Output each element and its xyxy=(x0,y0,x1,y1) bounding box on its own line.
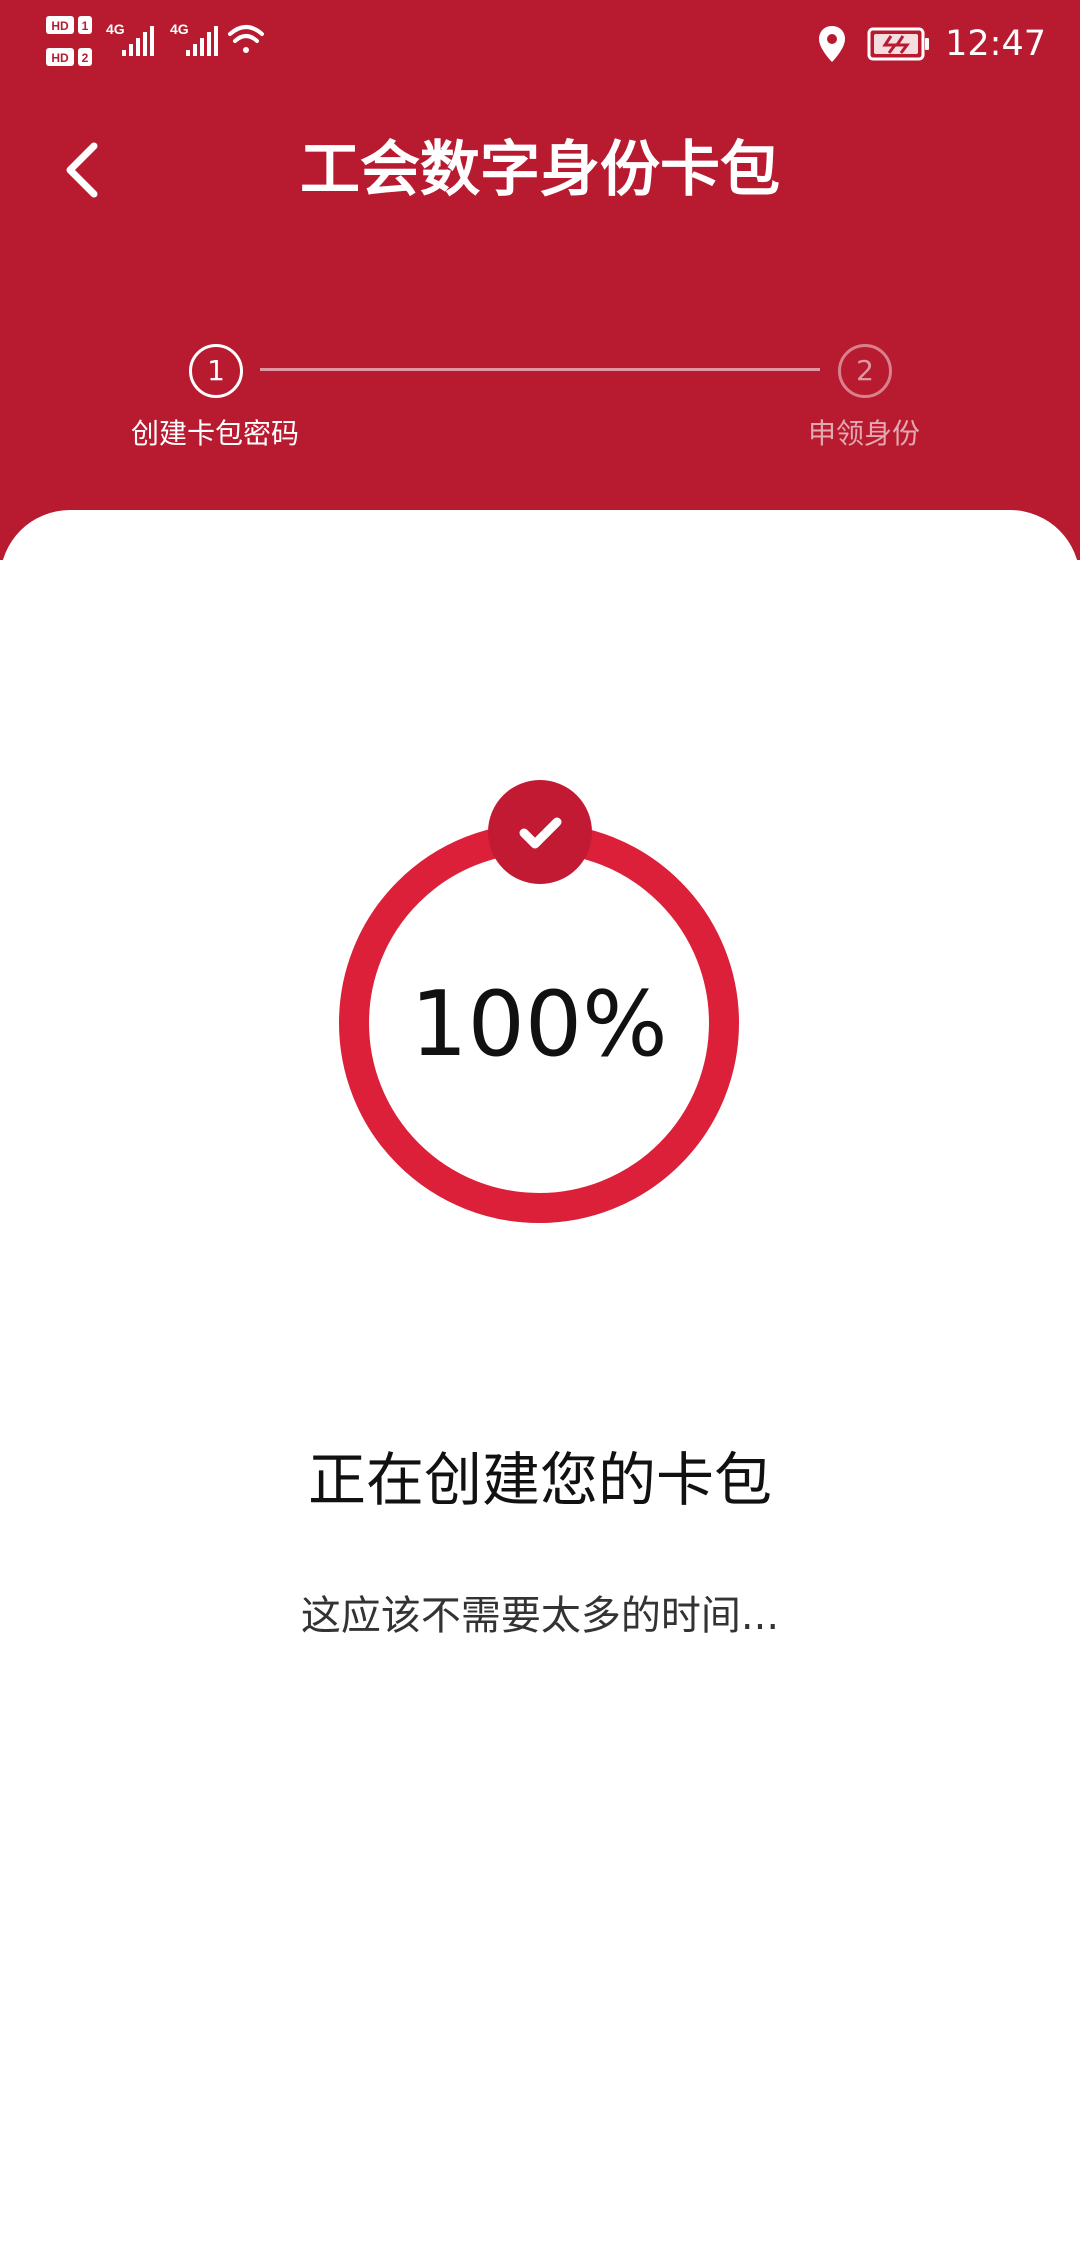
svg-text:4G: 4G xyxy=(170,21,189,37)
header-bar: HD 1 HD 2 4G 4G 12:47 工会数字身份卡包 1 2 创建卡包密… xyxy=(0,0,1080,560)
status-time: 12:47 xyxy=(945,24,1046,64)
sim-indicator-icon: HD 1 HD 2 xyxy=(46,16,92,66)
svg-text:1: 1 xyxy=(82,19,89,33)
location-icon xyxy=(819,26,846,62)
check-icon xyxy=(519,817,562,849)
svg-text:4G: 4G xyxy=(106,21,125,37)
progress-percent: 100% xyxy=(410,972,668,1077)
page-title: 工会数字身份卡包 xyxy=(300,135,780,205)
step-2-label: 申领身份 xyxy=(807,417,920,450)
check-badge xyxy=(488,780,592,884)
status-title: 正在创建您的卡包 xyxy=(307,1446,772,1514)
content-card xyxy=(0,510,1080,2244)
step-1-indicator: 1 xyxy=(189,344,243,398)
status-bar-right: 12:47 xyxy=(817,18,1046,70)
status-bar-left: HD 1 HD 2 4G 4G xyxy=(46,12,276,72)
signal-icon: 4G 4G xyxy=(106,21,218,56)
stepper-connector-line xyxy=(260,368,820,371)
step-1-label: 创建卡包密码 xyxy=(130,417,299,450)
step-2-indicator: 2 xyxy=(838,344,892,398)
svg-text:HD: HD xyxy=(51,19,69,33)
wifi-icon xyxy=(228,25,264,53)
status-subtitle: 这应该不需要太多的时间... xyxy=(300,1593,780,1639)
svg-text:HD: HD xyxy=(51,51,69,65)
svg-text:2: 2 xyxy=(82,51,89,65)
battery-icon xyxy=(867,27,930,61)
